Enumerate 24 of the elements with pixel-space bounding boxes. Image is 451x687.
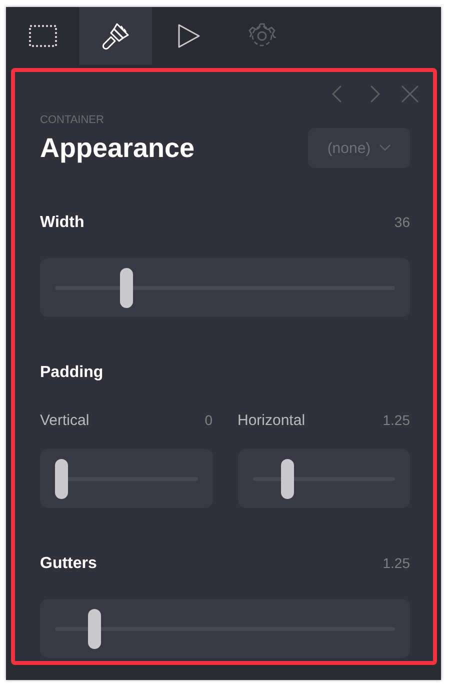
section-eyebrow: CONTAINER	[40, 114, 105, 126]
caret-icon	[378, 144, 391, 152]
panel-title: Appearance	[40, 132, 195, 164]
slider[interactable]	[238, 449, 410, 508]
play-icon	[176, 23, 200, 49]
slider-thumb[interactable]	[120, 268, 134, 308]
setting-value: 36	[394, 214, 410, 230]
setting-value: 1.25	[382, 412, 410, 428]
selection-icon	[28, 25, 56, 47]
brush-icon	[100, 21, 130, 51]
slider[interactable]	[40, 599, 410, 658]
slider-thumb[interactable]	[280, 458, 294, 498]
setting-value: 0	[204, 412, 212, 428]
slider-thumb[interactable]	[55, 458, 68, 498]
setting-value: 1.25	[382, 555, 410, 571]
slider[interactable]	[40, 449, 212, 508]
slider-thumb[interactable]	[88, 608, 101, 648]
slider[interactable]	[40, 258, 410, 317]
setting-label: Width	[40, 214, 84, 232]
setting-label: Vertical	[40, 412, 90, 429]
setting-label: Horizontal	[238, 412, 306, 429]
setting-label: Gutters	[40, 555, 97, 573]
setting-label: Padding	[40, 364, 104, 382]
toolbar-tab[interactable]	[79, 7, 152, 65]
